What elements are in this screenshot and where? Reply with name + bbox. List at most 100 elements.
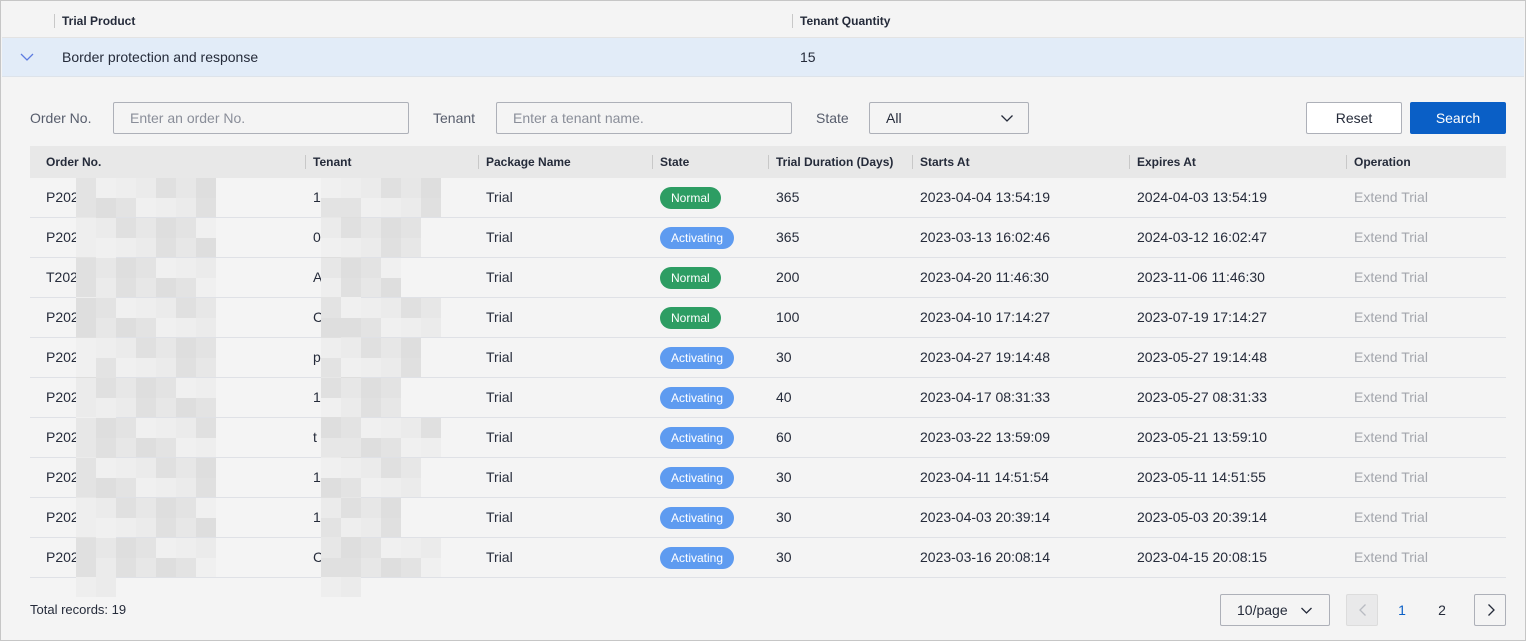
- package-name-cell: Trial: [486, 309, 513, 325]
- redacted-text: [76, 538, 222, 597]
- trial-duration-cell: 100: [776, 309, 800, 325]
- package-name-cell: Trial: [486, 269, 513, 285]
- chevron-down-icon: [1301, 607, 1312, 614]
- expires-at-cell: 2023-11-06 11:46:30: [1137, 269, 1265, 285]
- total-records: Total records: 19: [30, 602, 127, 617]
- extend-trial-link[interactable]: Extend Trial: [1354, 378, 1428, 417]
- order-no-cell: P202: [46, 509, 79, 525]
- column-divider: [1129, 155, 1130, 169]
- redacted-text: [321, 498, 405, 557]
- redacted-text: [321, 538, 445, 597]
- state-badge: Activating: [660, 547, 735, 569]
- redacted-text: [321, 178, 445, 237]
- package-name-cell: Trial: [486, 229, 513, 245]
- order-no-cell: T202: [46, 269, 78, 285]
- trial-duration-cell: 30: [776, 469, 792, 485]
- header-tenant: Tenant: [313, 155, 352, 169]
- order-no-label: Order No.: [30, 110, 92, 126]
- column-divider: [768, 155, 769, 169]
- expires-at-cell: 2023-04-15 20:08:15: [1137, 549, 1267, 565]
- extend-trial-link[interactable]: Extend Trial: [1354, 298, 1428, 337]
- package-name-cell: Trial: [486, 549, 513, 565]
- trial-duration-cell: 30: [776, 509, 792, 525]
- package-name-cell: Trial: [486, 189, 513, 205]
- page-size-value: 10/page: [1237, 602, 1288, 618]
- page-number-2[interactable]: 2: [1427, 594, 1457, 626]
- state-badge: Activating: [660, 507, 735, 529]
- trial-product-name: Border protection and response: [62, 49, 259, 65]
- chevron-down-icon[interactable]: [19, 49, 35, 65]
- table-row: P202 1 Trial Activating 40 2023-04-17 08:31:3…: [30, 378, 1506, 437]
- table-row: T202 A Trial Normal 200 2023-04-20 11:46:30 20…: [30, 258, 1506, 317]
- state-select[interactable]: All: [869, 102, 1029, 134]
- starts-at-cell: 2023-04-11 14:51:54: [920, 469, 1049, 485]
- redacted-text: [76, 338, 222, 397]
- column-divider: [54, 14, 55, 28]
- redacted-text: [321, 218, 425, 277]
- table-row: P202 1 Trial Normal 365 2023-04-04 13:54:19 20…: [30, 178, 1506, 237]
- starts-at-cell: 2023-04-04 13:54:19: [920, 189, 1050, 205]
- starts-at-cell: 2023-04-10 17:14:27: [920, 309, 1050, 325]
- order-no-cell: P202: [46, 389, 79, 405]
- trial-duration-cell: 365: [776, 189, 800, 205]
- redacted-text: [321, 458, 425, 517]
- column-divider: [652, 155, 653, 169]
- starts-at-cell: 2023-04-27 19:14:48: [920, 349, 1050, 365]
- extend-trial-link[interactable]: Extend Trial: [1354, 338, 1428, 377]
- header-trial-duration: Trial Duration (Days): [776, 155, 894, 169]
- redacted-text: [76, 258, 222, 317]
- extend-trial-link[interactable]: Extend Trial: [1354, 458, 1428, 497]
- order-no-cell: P202: [46, 229, 79, 245]
- search-button[interactable]: Search: [1410, 102, 1506, 134]
- extend-trial-link[interactable]: Extend Trial: [1354, 498, 1428, 537]
- previous-page-button[interactable]: [1346, 594, 1378, 626]
- extend-trial-link[interactable]: Extend Trial: [1354, 418, 1428, 457]
- state-badge: Activating: [660, 347, 735, 369]
- extend-trial-link[interactable]: Extend Trial: [1354, 178, 1428, 217]
- state-badge: Normal: [660, 307, 721, 329]
- next-page-button[interactable]: [1474, 594, 1506, 626]
- orders-table-header: Order No. Tenant Package Name State Tria…: [30, 146, 1506, 178]
- tenant-cell: 1: [313, 509, 321, 525]
- order-no-cell: P202: [46, 549, 79, 565]
- header-operation: Operation: [1354, 155, 1411, 169]
- tenant-cell: 1: [313, 389, 321, 405]
- package-name-cell: Trial: [486, 349, 513, 365]
- tenant-label: Tenant: [433, 110, 476, 126]
- orders-table-body: P202 1 Trial Normal 365 2023-04-04 13:54:19 20…: [30, 178, 1506, 597]
- expires-at-cell: 2023-05-27 08:31:33: [1137, 389, 1267, 405]
- chevron-left-icon: [1359, 604, 1366, 616]
- table-row: P202 p Trial Activating 30 2023-04-27 19:14:4…: [30, 338, 1506, 397]
- outer-table-row-expanded[interactable]: Border protection and response 15: [2, 38, 1524, 77]
- column-divider: [478, 155, 479, 169]
- tenant-input[interactable]: [496, 102, 792, 134]
- redacted-text: [321, 378, 405, 437]
- header-expires-at: Expires At: [1137, 155, 1196, 169]
- tenant-cell: 0: [313, 229, 321, 245]
- extend-trial-link[interactable]: Extend Trial: [1354, 258, 1428, 297]
- starts-at-cell: 2023-04-20 11:46:30: [920, 269, 1049, 285]
- order-no-cell: P202: [46, 469, 79, 485]
- redacted-text: [76, 498, 222, 557]
- trial-duration-cell: 200: [776, 269, 800, 285]
- header-package-name: Package Name: [486, 155, 571, 169]
- extend-trial-link[interactable]: Extend Trial: [1354, 218, 1428, 257]
- page-size-select[interactable]: 10/page: [1220, 594, 1330, 626]
- page-number-1[interactable]: 1: [1387, 594, 1417, 626]
- table-row: P202 C Trial Normal 100 2023-04-10 17:14:27 20…: [30, 298, 1506, 357]
- state-badge: Activating: [660, 227, 735, 249]
- expires-at-cell: 2024-04-03 13:54:19: [1137, 189, 1267, 205]
- reset-button[interactable]: Reset: [1306, 102, 1402, 134]
- order-no-input[interactable]: [113, 102, 409, 134]
- package-name-cell: Trial: [486, 509, 513, 525]
- trial-duration-cell: 60: [776, 429, 792, 445]
- chevron-down-icon: [1001, 115, 1013, 122]
- redacted-text: [76, 458, 222, 517]
- table-row: P202 1 Trial Activating 30 2023-04-11 14:51:5…: [30, 458, 1506, 517]
- table-row: P202 1 Trial Activating 30 2023-04-03 20:39:1…: [30, 498, 1506, 557]
- tenant-cell: t: [313, 429, 317, 445]
- expires-at-cell: 2024-03-12 16:02:47: [1137, 229, 1267, 245]
- extend-trial-link[interactable]: Extend Trial: [1354, 538, 1428, 577]
- starts-at-cell: 2023-03-16 20:08:14: [920, 549, 1050, 565]
- redacted-text: [76, 218, 222, 277]
